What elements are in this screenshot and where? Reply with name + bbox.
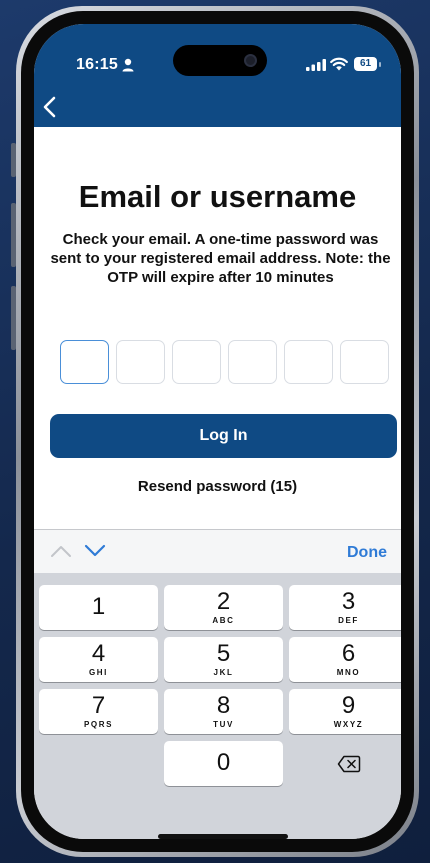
chevron-up-icon [51, 546, 71, 557]
key-7[interactable]: 7 PQRS [39, 689, 158, 734]
login-button[interactable]: Log In [50, 414, 397, 458]
numeric-keyboard: Done 1 2 ABC 3 DEF 4 GHI 5 JKL 6 MNO 7 P… [34, 529, 401, 839]
otp-digit-input[interactable] [172, 340, 221, 384]
chevron-down-icon[interactable] [84, 544, 106, 558]
key-5[interactable]: 5 JKL [164, 637, 283, 682]
backspace-icon [337, 755, 360, 772]
key-letters: GHI [88, 668, 109, 677]
key-4[interactable]: 4 GHI [39, 637, 158, 682]
chevron-left-icon[interactable] [42, 96, 58, 118]
key-letters: DEF [338, 616, 359, 625]
otp-digit-input[interactable] [116, 340, 165, 384]
key-digit: 2 [216, 588, 231, 615]
key-0[interactable]: 0 [164, 741, 283, 786]
page-title: Email or username [78, 179, 357, 214]
person-icon [122, 58, 134, 72]
key-1[interactable]: 1 [39, 585, 158, 630]
phone-frame: 16:15 61 Email or username Check your em… [16, 6, 419, 857]
home-indicator [158, 834, 288, 839]
key-3[interactable]: 3 DEF [289, 585, 401, 630]
key-letters: ABC [212, 616, 235, 625]
key-2[interactable]: 2 ABC [164, 585, 283, 630]
otp-instructions: Check your email. A one-time password wa… [50, 231, 391, 286]
key-digit: 3 [341, 588, 356, 615]
camera-icon [244, 54, 257, 67]
dynamic-island [173, 45, 267, 76]
key-digit: 4 [91, 640, 106, 667]
otp-digit-input[interactable] [340, 340, 389, 384]
key-digit: 8 [216, 692, 231, 719]
key-9[interactable]: 9 WXYZ [289, 689, 401, 734]
cellular-signal-icon [306, 59, 326, 71]
key-letters: WXYZ [333, 720, 364, 729]
key-8[interactable]: 8 TUV [164, 689, 283, 734]
otp-digit-input[interactable] [284, 340, 333, 384]
screen: 16:15 61 Email or username Check your em… [34, 24, 401, 839]
key-digit: 5 [216, 640, 231, 667]
key-letters: MNO [336, 668, 361, 677]
wifi-icon [330, 57, 348, 71]
key-digit: 0 [216, 749, 231, 776]
key-digit: 6 [341, 640, 356, 667]
resend-password-link[interactable]: Resend password (15) [34, 478, 401, 495]
status-time: 16:15 [76, 56, 118, 73]
key-digit: 9 [341, 692, 356, 719]
key-letters: JKL [213, 668, 234, 677]
phone-bezel: 16:15 61 Email or username Check your em… [21, 11, 414, 852]
key-6[interactable]: 6 MNO [289, 637, 401, 682]
otp-digit-input[interactable] [60, 340, 109, 384]
key-digit: 7 [91, 692, 106, 719]
key-letters: PQRS [83, 720, 114, 729]
done-button[interactable]: Done [347, 544, 387, 562]
key-digit: 1 [91, 593, 106, 620]
otp-input-group [60, 340, 390, 384]
delete-key[interactable] [289, 741, 401, 786]
keyboard-toolbar: Done [34, 529, 401, 573]
battery-tip [379, 62, 381, 67]
battery-icon: 61 [354, 57, 377, 71]
app-header: 16:15 61 [34, 24, 401, 127]
otp-digit-input[interactable] [228, 340, 277, 384]
key-letters: TUV [213, 720, 234, 729]
